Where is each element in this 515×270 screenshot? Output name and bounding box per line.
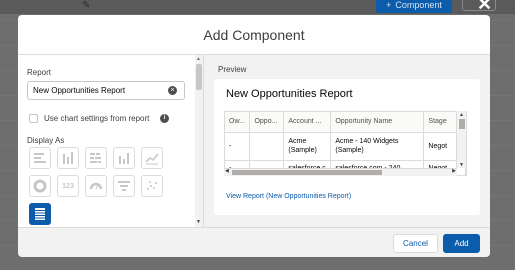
scatter-chart-button[interactable] xyxy=(141,175,163,197)
table-cell: - xyxy=(225,132,251,161)
scroll-up-icon: ▲ xyxy=(459,112,464,118)
add-component-button: + Component xyxy=(376,0,452,13)
table-cell: Acme (Sample) xyxy=(283,132,332,161)
stacked-horizontal-bar-button[interactable] xyxy=(85,147,107,169)
report-input-value: New Opportunities Report xyxy=(33,86,126,95)
gauge-icon xyxy=(89,182,103,190)
modal-footer: Cancel Add xyxy=(18,227,490,257)
column-header[interactable]: Account ... xyxy=(283,112,332,133)
metric-button[interactable]: 123 xyxy=(57,175,79,197)
vertical-bar-chart-button[interactable] xyxy=(57,147,79,169)
use-chart-settings-checkbox[interactable] xyxy=(29,114,38,123)
use-chart-settings-label: Use chart settings from report xyxy=(44,114,150,123)
modal-header: Add Component xyxy=(18,15,490,55)
clear-icon[interactable]: × xyxy=(168,86,177,95)
vertical-bar-chart-icon xyxy=(63,152,73,164)
add-component-modal: Add Component Report New Opportunities R… xyxy=(18,15,490,257)
gauge-button[interactable] xyxy=(85,175,107,197)
scroll-down-icon: ▼ xyxy=(196,219,201,225)
column-header[interactable]: Oppo... xyxy=(249,112,285,133)
report-table: Ow... Oppo... Account ... Opportunity Na… xyxy=(224,111,467,176)
plus-icon: + xyxy=(386,0,392,10)
scroll-thumb[interactable] xyxy=(459,119,465,129)
preview-report-title: New Opportunities Report xyxy=(226,88,353,100)
scroll-right-icon: ▶ xyxy=(452,168,456,174)
donut-chart-icon xyxy=(33,179,47,193)
line-chart-button[interactable] xyxy=(141,147,163,169)
table-horizontal-scrollbar[interactable]: ◀ ▶ xyxy=(224,168,457,176)
table-vertical-scrollbar[interactable]: ▲ ▼ xyxy=(456,111,466,168)
table-chart-button[interactable] xyxy=(29,203,51,225)
funnel-chart-button[interactable] xyxy=(113,175,135,197)
cancel-button[interactable]: Cancel xyxy=(393,234,438,253)
line-chart-icon xyxy=(145,153,159,165)
display-as-label: Display As xyxy=(27,136,65,145)
view-report-link[interactable]: View Report (New Opportunities Report) xyxy=(226,193,351,200)
settings-scrollbar[interactable]: ▲ ▼ xyxy=(195,55,203,227)
report-lookup-input[interactable]: New Opportunities Report xyxy=(27,81,185,100)
preview-label: Preview xyxy=(218,65,247,74)
column-header[interactable]: Ow... xyxy=(225,112,251,133)
scatter-chart-icon xyxy=(147,181,157,190)
scroll-up-icon: ▲ xyxy=(196,56,201,62)
modal-title: Add Component xyxy=(203,26,305,43)
horizontal-bar-chart-button[interactable] xyxy=(29,147,51,169)
table-cell xyxy=(249,132,285,161)
pencil-icon: ✎ xyxy=(82,0,91,11)
add-component-label: Component xyxy=(395,0,442,10)
report-label: Report xyxy=(27,68,52,77)
preview-card: New Opportunities Report Ow... Oppo... A… xyxy=(214,79,480,215)
donut-chart-button[interactable] xyxy=(29,175,51,197)
scroll-thumb[interactable] xyxy=(232,170,382,175)
horizontal-bar-chart-icon xyxy=(34,153,46,163)
table-row: - Acme (Sample) Acme - 140 Widgets (Samp… xyxy=(225,132,466,161)
table-icon xyxy=(35,208,45,220)
stacked-vertical-bar-button[interactable] xyxy=(113,147,135,169)
add-button[interactable]: Add xyxy=(443,234,480,253)
table-header-row: Ow... Oppo... Account ... Opportunity Na… xyxy=(225,112,466,133)
scroll-down-icon: ▼ xyxy=(459,162,464,168)
funnel-chart-icon xyxy=(118,181,130,191)
modal-body: Report New Opportunities Report × Use ch… xyxy=(18,55,490,227)
scroll-left-icon: ◀ xyxy=(225,168,229,174)
table-cell: Acme - 140 Widgets (Sample) xyxy=(330,132,425,161)
stacked-horizontal-bar-icon xyxy=(90,153,101,163)
info-icon[interactable]: i xyxy=(160,114,169,123)
settings-panel: Report New Opportunities Report × Use ch… xyxy=(18,55,204,227)
close-icon[interactable]: ✕ xyxy=(477,0,492,13)
stacked-vertical-bar-icon xyxy=(119,153,129,164)
column-header[interactable]: Opportunity Name xyxy=(330,112,425,133)
scroll-thumb[interactable] xyxy=(196,64,202,90)
metric-icon: 123 xyxy=(62,182,74,190)
